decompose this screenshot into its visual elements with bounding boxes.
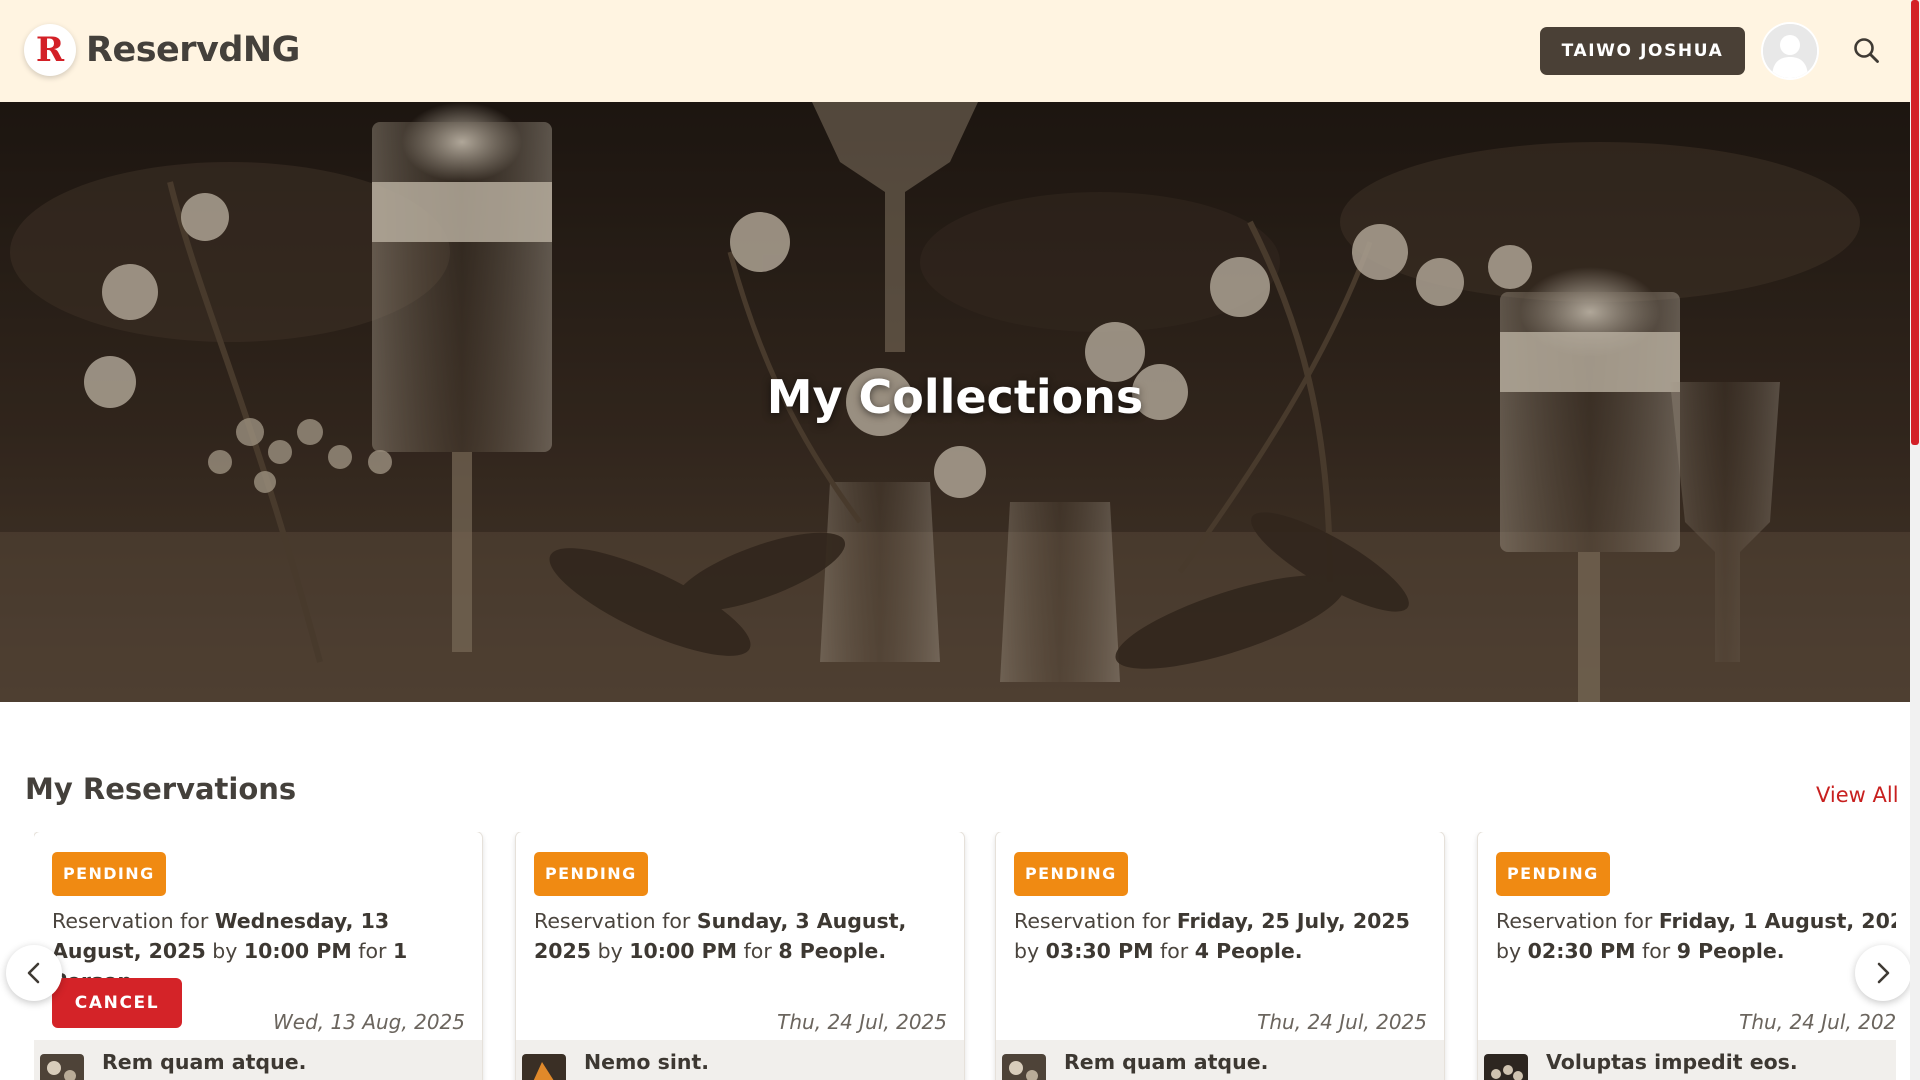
created-date: Thu, 24 Jul, 2025 — [1739, 1010, 1896, 1034]
restaurant-footer[interactable]: Rem quam atque. — [996, 1040, 1444, 1080]
user-menu-button[interactable]: TAIWO JOSHUA — [1540, 27, 1745, 75]
restaurant-thumbnail — [40, 1054, 84, 1080]
page-scrollbar-thumb[interactable] — [1911, 0, 1919, 445]
hero-banner: My Collections — [0, 102, 1910, 702]
user-avatar-icon[interactable] — [1763, 24, 1817, 78]
reservation-card[interactable]: PENDING Reservation for Sunday, 3 August… — [516, 832, 964, 1080]
reservation-card[interactable]: PENDING Reservation for Wednesday, 13 Au… — [34, 832, 482, 1080]
created-date: Thu, 24 Jul, 2025 — [777, 1010, 947, 1034]
reservation-party-size: 4 People. — [1194, 939, 1303, 963]
restaurant-thumbnail — [1002, 1054, 1046, 1080]
reservation-party-size: 9 People. — [1676, 939, 1785, 963]
reservation-time: 03:30 PM — [1045, 939, 1154, 963]
reservation-party-size: 8 People. — [778, 939, 887, 963]
status-badge: PENDING — [534, 852, 648, 896]
search-icon — [1854, 38, 1879, 63]
page-title: My Collections — [766, 370, 1144, 424]
status-badge: PENDING — [1014, 852, 1128, 896]
reservation-time: 02:30 PM — [1527, 939, 1636, 963]
chevron-right-icon — [1877, 962, 1890, 984]
restaurant-thumbnail — [522, 1054, 566, 1080]
reservation-date: Friday, 1 August, 2025 — [1658, 909, 1896, 933]
reservation-date: Friday, 25 July, 2025 — [1176, 909, 1410, 933]
restaurant-name: Rem quam atque. — [1064, 1050, 1269, 1074]
carousel-prev-button[interactable] — [6, 945, 62, 1001]
reservation-description: Reservation for Friday, 25 July, 2025 by… — [1014, 909, 1410, 963]
chevron-left-icon — [27, 962, 40, 984]
view-all-link[interactable]: View All — [1816, 783, 1899, 807]
restaurant-name: Rem quam atque. — [102, 1050, 307, 1074]
restaurant-thumbnail — [1484, 1054, 1528, 1080]
status-badge: PENDING — [52, 852, 166, 896]
page: R ReservdNG TAIWO JOSHUA My Collections … — [0, 0, 1920, 1080]
reservation-description: Reservation for Friday, 1 August, 2025 b… — [1496, 906, 1896, 966]
brand-name[interactable]: ReservdNG — [86, 24, 300, 76]
logo-icon: R — [35, 30, 65, 70]
restaurant-footer[interactable]: Voluptas impedit eos. — [1478, 1040, 1896, 1080]
created-date: Wed, 13 Aug, 2025 — [273, 1010, 465, 1034]
section-title-my-reservations: My Reservations — [25, 772, 297, 806]
restaurant-name: Voluptas impedit eos. — [1546, 1050, 1798, 1074]
restaurant-footer[interactable]: Nemo sint. — [516, 1040, 964, 1080]
reservation-description: Reservation for Sunday, 3 August, 2025 b… — [534, 909, 907, 963]
search-button[interactable] — [1848, 32, 1886, 70]
status-badge: PENDING — [1496, 852, 1610, 896]
logo-badge[interactable]: R — [24, 24, 76, 76]
reservation-time: 10:00 PM — [243, 939, 352, 963]
restaurant-name: Nemo sint. — [584, 1050, 710, 1074]
created-date: Thu, 24 Jul, 2025 — [1257, 1010, 1427, 1034]
carousel-next-button[interactable] — [1855, 945, 1911, 1001]
reservation-time: 10:00 PM — [629, 939, 738, 963]
reservation-card[interactable]: PENDING Reservation for Friday, 25 July,… — [996, 832, 1444, 1080]
cancel-reservation-button[interactable]: CANCEL — [52, 978, 182, 1028]
reservations-carousel: PENDING Reservation for Wednesday, 13 Au… — [34, 832, 1896, 1080]
top-nav: R ReservdNG TAIWO JOSHUA — [0, 0, 1910, 102]
reservation-card[interactable]: PENDING Reservation for Friday, 1 August… — [1478, 832, 1896, 1080]
restaurant-footer[interactable]: Rem quam atque. — [34, 1040, 482, 1080]
